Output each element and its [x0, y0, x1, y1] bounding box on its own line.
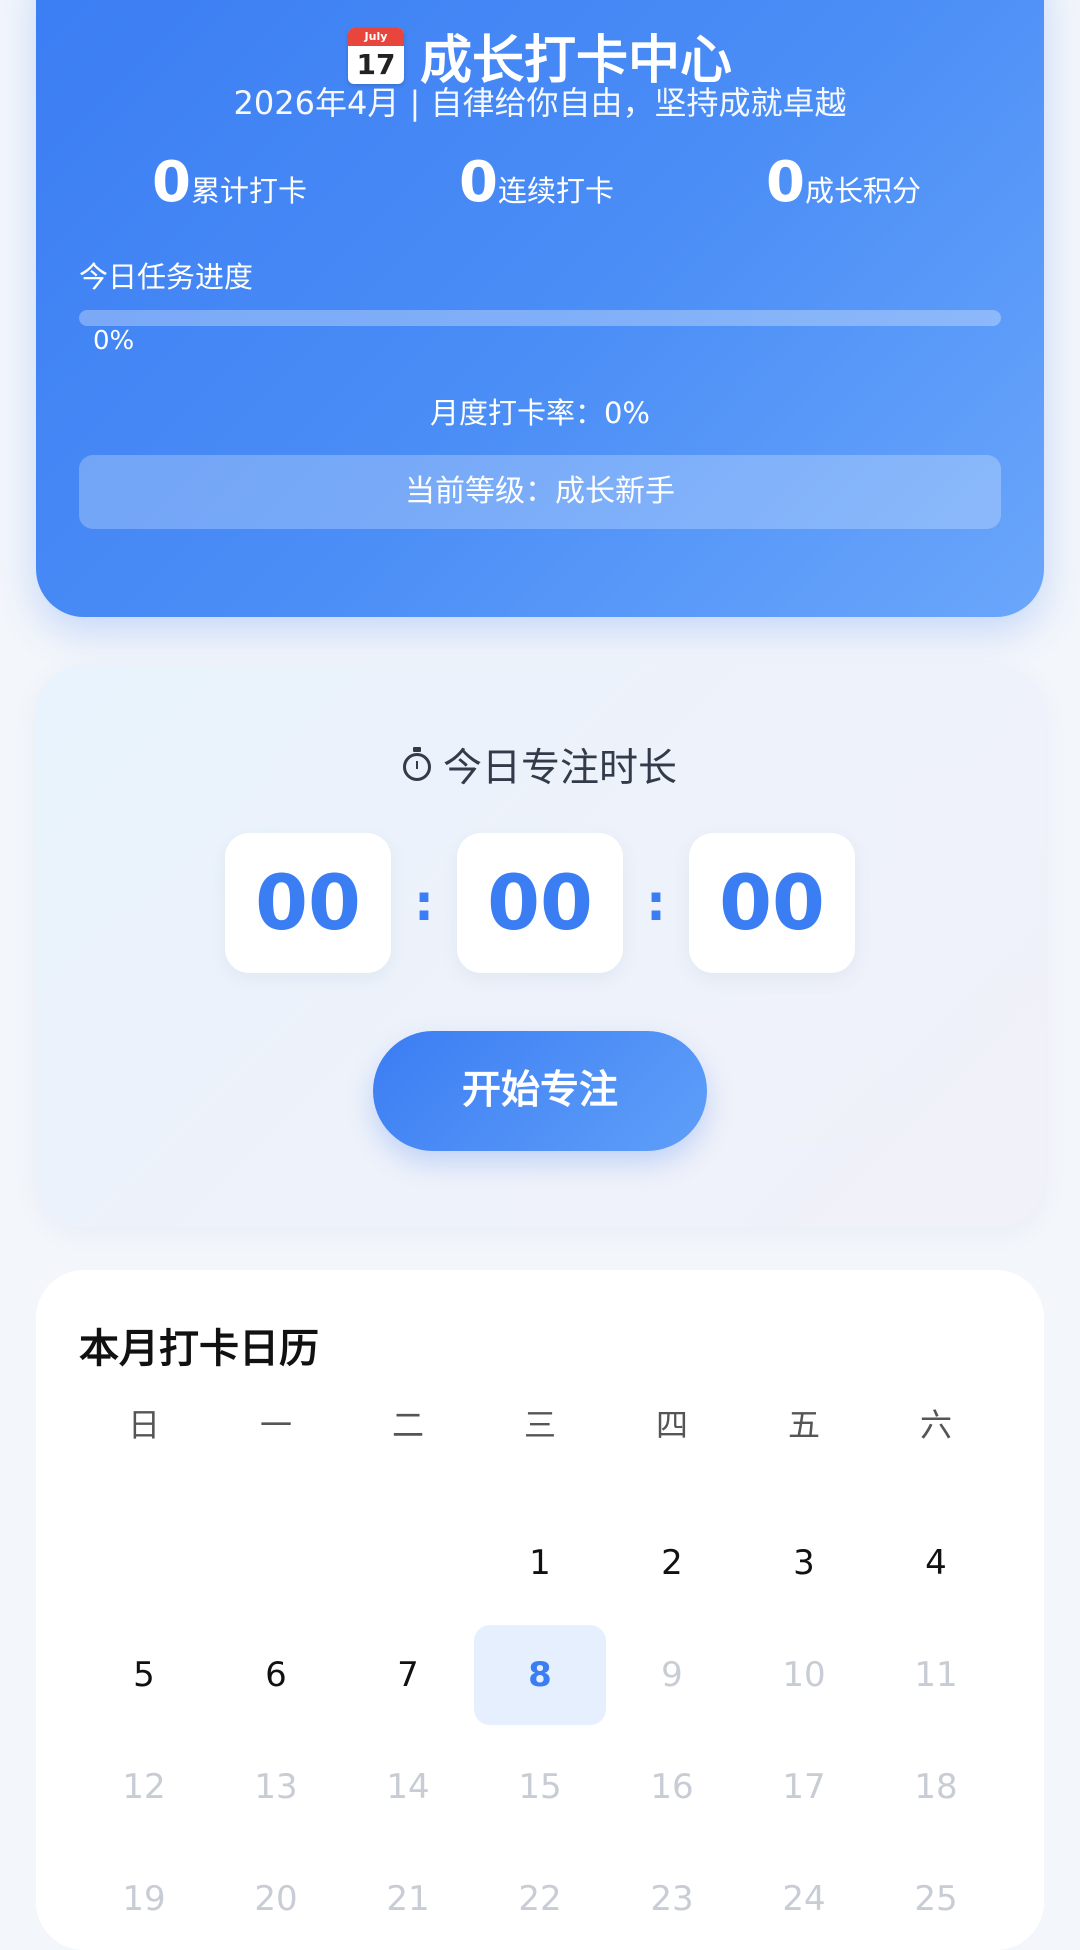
- hero-card: July 17 成长打卡中心 2026年4月 | 自律给你自由，坚持成就卓越 0…: [36, 0, 1044, 617]
- calendar-day[interactable]: 12: [78, 1737, 210, 1837]
- weekday-label: 六: [919, 1406, 952, 1444]
- weekday-label: 三: [523, 1406, 556, 1444]
- stat-value: 0: [459, 150, 498, 215]
- calendar-day[interactable]: 20: [210, 1849, 342, 1949]
- timer-separator: :: [414, 874, 434, 932]
- start-focus-button[interactable]: 开始专注: [373, 1031, 707, 1151]
- calendar-day[interactable]: 7: [342, 1625, 474, 1725]
- calendar-day[interactable]: 10: [738, 1625, 870, 1725]
- calendar-day[interactable]: 4: [870, 1513, 1002, 1613]
- progress-label: 今日任务进度: [79, 260, 254, 294]
- calendar-day-today[interactable]: 8: [474, 1625, 606, 1725]
- timer-minutes: 00: [457, 833, 623, 973]
- calendar-day[interactable]: 11: [870, 1625, 1002, 1725]
- timer-hours: 00: [225, 833, 391, 973]
- calendar-day[interactable]: 25: [870, 1849, 1002, 1949]
- calendar-day[interactable]: 1: [474, 1513, 606, 1613]
- calendar-icon: July 17: [347, 27, 404, 84]
- progress-percent: 0%: [93, 326, 135, 356]
- stat-value: 0: [152, 150, 191, 215]
- weekday-label: 二: [391, 1406, 424, 1444]
- calendar-day[interactable]: 16: [606, 1737, 738, 1837]
- calendar-day[interactable]: 19: [78, 1849, 210, 1949]
- calendar-day[interactable]: 22: [474, 1849, 606, 1949]
- calendar-day[interactable]: 24: [738, 1849, 870, 1949]
- weekday-label: 四: [655, 1406, 688, 1444]
- calendar-day[interactable]: 21: [342, 1849, 474, 1949]
- stat-value: 0: [766, 150, 805, 215]
- calendar-day[interactable]: 6: [210, 1625, 342, 1725]
- stat-label: 连续打卡: [497, 174, 614, 208]
- calendar-day[interactable]: 3: [738, 1513, 870, 1613]
- monthly-rate: 月度打卡率：0%: [429, 396, 650, 430]
- calendar-day[interactable]: 13: [210, 1737, 342, 1837]
- weekday-label: 五: [787, 1406, 820, 1444]
- timer-separator: :: [646, 874, 666, 932]
- focus-card: 今日专注时长 00 : 00 : 00 开始专注: [36, 665, 1044, 1227]
- stat-label: 成长积分: [804, 174, 921, 208]
- stopwatch-icon: [402, 747, 431, 781]
- focus-title: 今日专注时长: [36, 737, 1044, 793]
- subtitle: 2026年4月 | 自律给你自由，坚持成就卓越: [233, 84, 847, 122]
- calendar-title: 本月打卡日历: [79, 1326, 319, 1372]
- calendar-day[interactable]: 14: [342, 1737, 474, 1837]
- stat-points: 0 成长积分: [766, 150, 921, 215]
- calendar-day[interactable]: 17: [738, 1737, 870, 1837]
- stats-row: 0 累计打卡 0 连续打卡 0 成长积分: [36, 150, 1044, 220]
- calendar-day[interactable]: 2: [606, 1513, 738, 1613]
- calendar-day[interactable]: 18: [870, 1737, 1002, 1837]
- stat-total-checkins: 0 累计打卡: [152, 150, 307, 215]
- focus-title-text: 今日专注时长: [442, 746, 677, 791]
- stat-label: 累计打卡: [190, 174, 307, 208]
- timer-seconds: 00: [689, 833, 855, 973]
- calendar-day[interactable]: 5: [78, 1625, 210, 1725]
- calendar-day[interactable]: 23: [606, 1849, 738, 1949]
- weekday-label: 一: [259, 1406, 292, 1444]
- progress-bar: [79, 310, 1001, 326]
- calendar-day[interactable]: 9: [606, 1625, 738, 1725]
- level-badge: 当前等级：成长新手: [79, 455, 1001, 529]
- stat-streak: 0 连续打卡: [459, 150, 614, 215]
- weekday-label: 日: [127, 1406, 160, 1444]
- calendar-day[interactable]: 15: [474, 1737, 606, 1837]
- calendar-card: 本月打卡日历 日一二三四五六 1 2 3 4 5 6 7 8 9 10 11 12 13 14 15 16 17…: [36, 1270, 1044, 1950]
